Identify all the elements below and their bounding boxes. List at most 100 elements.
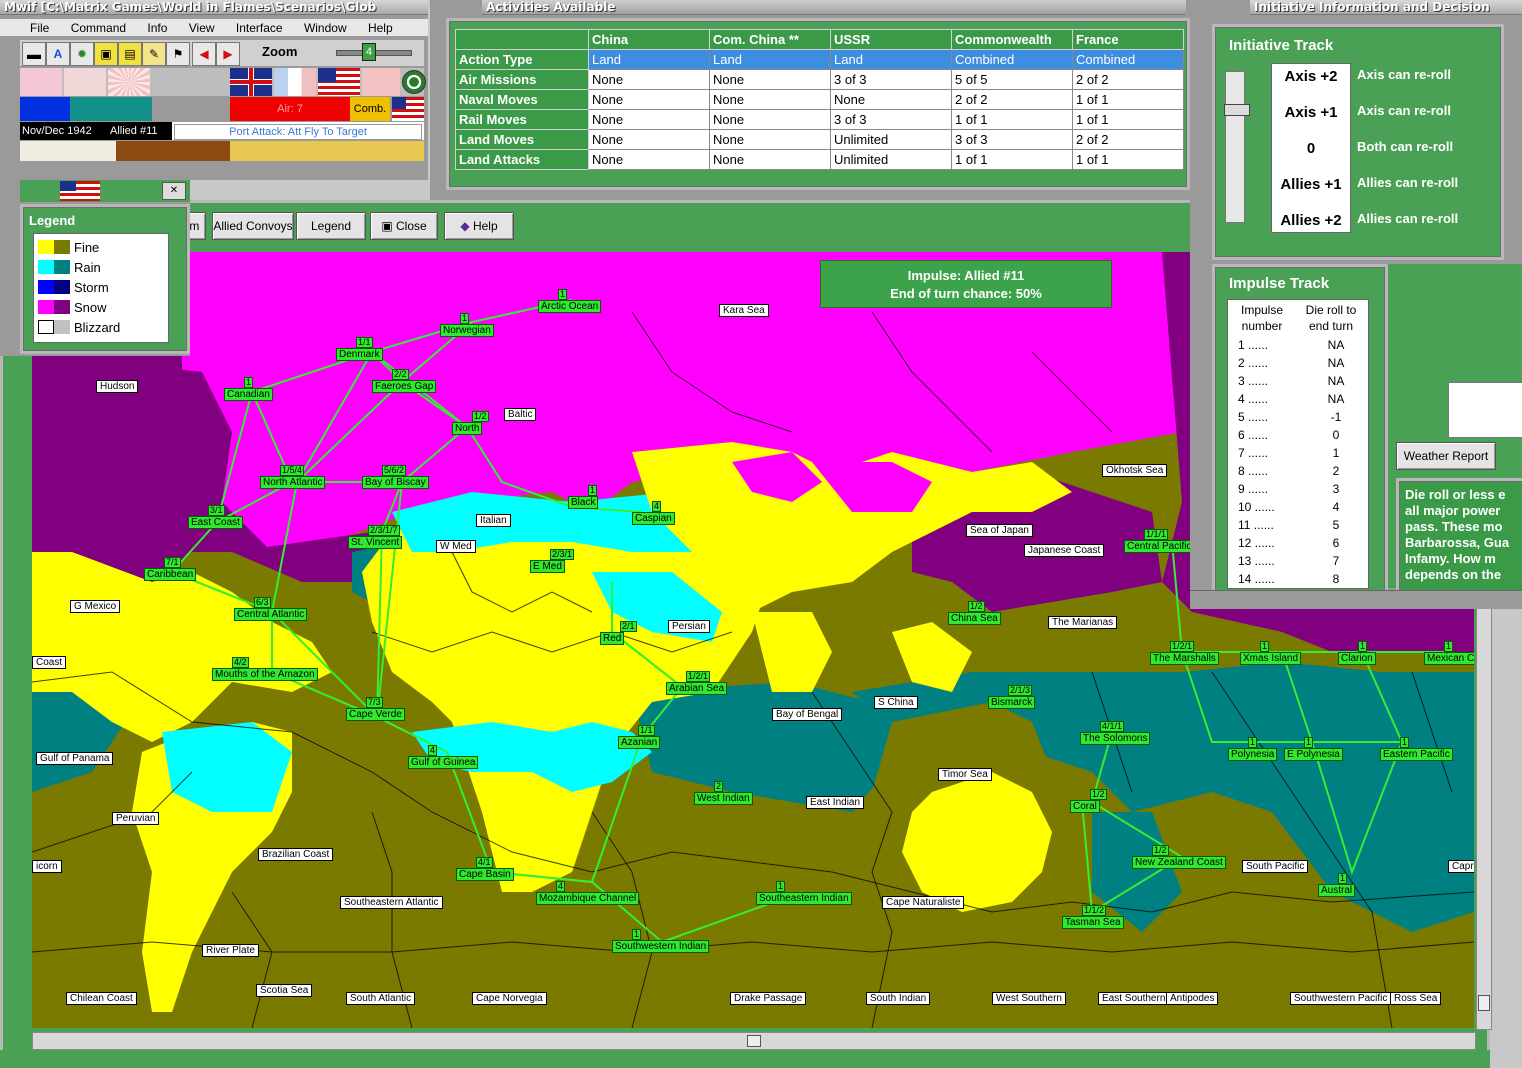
unit-count-badge[interactable]: 1/2/1 [1170,641,1195,652]
sea-area-label[interactable]: Hudson [96,380,139,393]
sea-area-occupied-label[interactable]: Arctic Ocean [538,300,602,313]
unit-count-badge[interactable]: 1/1 [356,337,373,348]
unit-count-badge[interactable]: 1/1 [638,725,655,736]
unit-count-badge[interactable]: 2/1 [620,621,637,632]
gear-icon[interactable]: ✹ [70,42,94,66]
sea-area-label[interactable]: Southeastern Atlantic [340,896,443,909]
sea-area-occupied-label[interactable]: Denmark [336,348,383,361]
unit-count-badge[interactable]: 3/1 [208,505,225,516]
unit-count-badge[interactable]: 1/2/1 [686,671,711,682]
sea-area-occupied-label[interactable]: Canadian [224,388,273,401]
sea-area-label[interactable]: River Plate [202,944,259,957]
unit-count-badge[interactable]: 1 [558,289,568,300]
sea-area-label[interactable]: Brazilian Coast [258,848,334,861]
sea-area-occupied-label[interactable]: Mouths of the Amazon [212,668,318,681]
unit-count-badge[interactable]: 4 [652,501,662,512]
sea-area-occupied-label[interactable]: Red [600,632,625,645]
close-button[interactable]: ▣ Close [370,212,438,240]
map-vertical-scroll-thumb[interactable] [1478,995,1490,1011]
sea-area-occupied-label[interactable]: Mexican C [1424,652,1474,665]
legend-button[interactable]: Legend [296,212,366,240]
unit-count-badge[interactable]: 1/5/4 [280,465,305,476]
sea-area-label[interactable]: G Mexico [70,600,121,613]
sea-area-occupied-label[interactable]: Clarion [1338,652,1376,665]
sea-area-occupied-label[interactable]: North [452,422,483,435]
sea-area-occupied-label[interactable]: North Atlantic [260,476,326,489]
unit-count-badge[interactable]: 2/2 [392,369,409,380]
sea-area-label[interactable]: Italian [476,514,511,527]
sea-area-occupied-label[interactable]: China Sea [948,612,1001,625]
sea-area-occupied-label[interactable]: Cape Basin [456,868,514,881]
unit-count-badge[interactable]: 1 [1338,873,1348,884]
zoom-slider-thumb[interactable]: 4 [362,43,376,61]
table-row[interactable]: Action Type Land Land Land Combined Comb… [455,49,1184,70]
menu-help[interactable]: Help [368,21,393,35]
sea-area-label[interactable]: Chilean Coast [66,992,137,1005]
initiative-slider-thumb[interactable] [1224,104,1250,116]
unit-count-badge[interactable]: 1 [1358,641,1368,652]
sea-area-occupied-label[interactable]: Eastern Pacific [1380,748,1453,761]
sea-area-occupied-label[interactable]: Norwegian [440,324,494,337]
hex-counter-icon[interactable]: ▤ [118,42,142,66]
sea-area-occupied-label[interactable]: Polynesia [1228,748,1278,761]
menu-command[interactable]: Command [71,21,126,35]
italian-flag-icon[interactable] [64,68,106,96]
japanese-flag-icon[interactable] [108,68,150,96]
ussr-flag-icon[interactable] [362,68,400,96]
sea-area-occupied-label[interactable]: Austral [1318,884,1356,897]
unit-count-badge[interactable]: 1 [776,881,786,892]
unit-count-badge[interactable]: 1 [460,313,470,324]
target-icon[interactable] [402,70,426,94]
unit-count-badge[interactable]: 1/2 [1090,789,1107,800]
sea-area-label[interactable]: Kara Sea [719,304,769,317]
sea-area-label[interactable]: W Med [436,540,476,553]
sea-area-label[interactable]: Bay of Bengal [772,708,843,721]
unit-count-badge[interactable]: 1/2 [472,411,489,422]
unit-count-badge[interactable]: 1 [1248,737,1258,748]
sea-area-label[interactable]: Scotia Sea [256,984,313,997]
sea-area-label[interactable]: Drake Passage [730,992,807,1005]
german-flag-icon[interactable] [20,68,62,96]
french-flag-icon[interactable] [274,68,316,96]
initiative-slider[interactable] [1224,71,1250,223]
sea-area-occupied-label[interactable]: Cape Verde [346,708,405,721]
sea-area-label[interactable]: Timor Sea [938,768,992,781]
arrow-left-icon[interactable]: ◀ [192,42,216,66]
sea-area-occupied-label[interactable]: Xmas Island [1240,652,1302,665]
sea-area-label[interactable]: Peruvian [112,812,160,825]
map-horizontal-scrollbar[interactable] [32,1032,1476,1050]
unit-count-badge[interactable]: 1/2 [1152,845,1169,856]
unit-count-badge[interactable]: 5/6/2 [382,465,407,476]
sea-area-occupied-label[interactable]: Arabian Sea [666,682,728,695]
sea-area-occupied-label[interactable]: Caribbean [144,568,197,581]
unit-count-badge[interactable]: 2/3/1/7 [368,525,400,536]
sea-area-occupied-label[interactable]: Coral [1070,800,1100,813]
unit-count-badge[interactable]: 1 [244,377,254,388]
sea-area-label[interactable]: West Southern [992,992,1066,1005]
unit-count-badge[interactable]: 1 [1260,641,1270,652]
sea-area-label[interactable]: South Indian [866,992,931,1005]
sea-area-occupied-label[interactable]: The Marshalls [1150,652,1219,665]
table-row[interactable]: Land Attacks None None Unlimited 1 of 1 … [455,149,1184,170]
unit-count-badge[interactable]: 6/3 [254,597,271,608]
flag-icon[interactable]: ⚑ [166,42,190,66]
sea-area-occupied-label[interactable]: E Med [530,560,565,573]
sea-area-label[interactable]: S China [874,696,918,709]
unit-count-badge[interactable]: 1/1/2 [1082,905,1107,916]
sea-area-occupied-label[interactable]: Southeastern Indian [756,892,852,905]
sea-area-label[interactable]: The Marianas [1048,616,1118,629]
unit-count-badge[interactable]: 1 [1304,737,1314,748]
sea-area-occupied-label[interactable]: Bay of Biscay [362,476,429,489]
sea-area-occupied-label[interactable]: Caspian [632,512,675,525]
sea-area-occupied-label[interactable]: St. Vincent [348,536,403,549]
unit-count-badge[interactable]: 4/1/1 [1100,721,1125,732]
sea-area-label[interactable]: Antipodes [1166,992,1219,1005]
table-row[interactable]: Land Moves None None Unlimited 3 of 3 2 … [455,129,1184,150]
unit-count-badge[interactable]: 2/3/1 [550,549,575,560]
legend-close-icon[interactable]: ✕ [162,182,186,200]
pencil-icon[interactable]: ✎ [142,42,166,66]
sea-area-label[interactable]: Southwestern Pacific [1290,992,1392,1005]
weather-report-button[interactable]: Weather Report [1396,442,1496,470]
sea-area-occupied-label[interactable]: Central Pacific [1124,540,1195,553]
unit-count-badge[interactable]: 4 [428,745,438,756]
